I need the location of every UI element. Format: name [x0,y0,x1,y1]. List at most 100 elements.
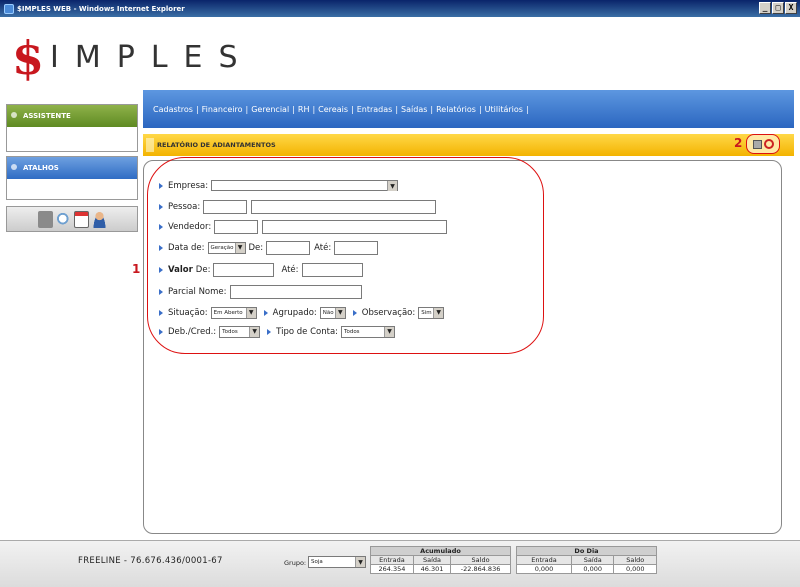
situacao-select[interactable]: Em Aberto ▼ [210,306,257,319]
row-empresa: Empresa: ▼ [159,178,401,193]
col-header: Entrada [516,555,572,565]
row-deb-cred: Deb./Cred.: Todos ▼ Tipo de Conta: Todos ▼ [159,324,398,339]
chevron-down-icon: ▼ [249,326,260,337]
chevron-down-icon: ▼ [433,307,444,318]
bullet-icon [159,288,163,295]
empresa-select[interactable]: ▼ [211,180,399,191]
bullet-icon [159,328,163,335]
agrupado-select[interactable]: Não ▼ [319,306,346,319]
row-pessoa: Pessoa: [159,199,440,214]
menu-cadastros[interactable]: Cadastros [153,105,193,114]
menu-utilitarios[interactable]: Utilitários [485,105,523,114]
deb-cred-select[interactable]: Todos ▼ [219,325,261,338]
assistente-header[interactable]: ASSISTENTE [7,105,137,127]
parcial-nome-label: Parcial Nome: [168,286,227,297]
empresa-label: Empresa: [168,180,209,191]
data-type-select[interactable]: Geração ▼ [207,241,246,254]
bullet-icon [159,309,163,316]
valor-de-label: De: [195,264,211,275]
menu-rh[interactable]: RH [298,105,310,114]
go-icon [763,139,774,149]
tipo-conta-select[interactable]: Todos ▼ [341,325,396,338]
col-header: Saldo [450,555,511,565]
acumulado-saldo: -22.864.836 [450,564,511,574]
bullet-icon [352,309,357,316]
bullet-icon [159,182,163,189]
pessoa-code-input[interactable] [203,199,248,214]
restore-button[interactable]: □ [772,2,784,14]
ie-icon [4,3,14,14]
window-title: $IMPLES WEB - Windows Internet Explorer [17,4,185,13]
valor-from-input[interactable] [213,262,275,277]
shortcut-toolbar [6,206,138,232]
de-label: De: [248,242,264,253]
vendedor-code-input[interactable] [214,219,259,234]
menu-entradas[interactable]: Entradas [357,105,393,114]
chevron-down-icon: ▼ [234,242,245,253]
annotation-2: 2 [734,136,743,150]
search-icon[interactable] [55,210,71,228]
menu-saidas[interactable]: Saídas [401,105,427,114]
minimize-button[interactable]: _ [759,2,771,14]
report-header: RELATÓRIO DE ADIANTAMENTOS [143,134,794,156]
col-header: Saldo [613,555,657,565]
bullet-icon [159,244,163,251]
valor-ate-label: Até: [281,264,299,275]
row-vendedor: Vendedor: [159,219,451,234]
annotation-1: 1 [132,262,141,276]
atalhos-panel: ATALHOS [6,156,138,200]
chevron-down-icon: ▼ [384,326,395,337]
bullet-icon [159,223,163,230]
col-header: Entrada [370,555,414,565]
acumulado-table: Acumulado Entrada Saída Saldo 264.354 46… [370,546,511,574]
acumulado-saida: 46.301 [412,564,452,574]
acumulado-entrada: 264.354 [370,564,414,574]
grupo-select[interactable]: Soja ▼ [308,556,366,568]
do-dia-saldo: 0,000 [613,564,657,574]
date-to-input[interactable] [334,240,379,255]
atalhos-header[interactable]: ATALHOS [7,157,137,179]
do-dia-table: Do Dia Entrada Saída Saldo 0,000 0,000 0… [516,546,657,574]
parcial-nome-input[interactable] [229,284,362,299]
user-icon[interactable] [91,210,107,228]
calculator-icon[interactable] [37,210,53,228]
menu-cereais[interactable]: Cereais [318,105,348,114]
do-dia-saida: 0,000 [570,564,615,574]
close-button[interactable]: X [785,2,797,14]
valor-to-input[interactable] [301,262,363,277]
window-controls: _ □ X [759,2,797,14]
chevron-down-icon: ▼ [245,307,256,318]
logo-dollar: $ [12,30,45,85]
calendar-icon[interactable] [73,210,89,228]
bullet-icon [159,203,163,210]
pessoa-label: Pessoa: [168,201,201,212]
observacao-select[interactable]: Sim ▼ [418,306,445,319]
do-dia-title: Do Dia [516,546,657,556]
printer-icon [752,139,762,149]
chevron-down-icon: ▼ [334,307,345,318]
main-menu: Cadastros | Financeiro | Gerencial | RH | Ce… [143,90,794,128]
col-header: Saída [570,555,615,565]
grupo-label: Grupo: [284,559,307,567]
situacao-label: Situação: [168,307,208,318]
acumulado-title: Acumulado [370,546,511,556]
data-de-label: Data de: [168,242,205,253]
valor-label: Valor [168,264,193,275]
row-situacao: Situação: Em Aberto ▼ Agrupado: Não ▼ Obse… [159,305,447,320]
col-header: Saída [412,555,452,565]
window-titlebar: $IMPLES WEB - Windows Internet Explorer … [0,0,800,17]
print-button[interactable] [746,134,780,154]
date-from-input[interactable] [266,240,311,255]
bullet-icon [159,266,163,273]
pessoa-name-input[interactable] [251,199,437,214]
logo-text: IMPLES [50,40,254,75]
report-filter-panel [143,160,782,534]
company-info: FREELINE - 76.676.436/0001-67 [78,556,223,566]
row-parcial-nome: Parcial Nome: [159,284,366,299]
menu-financeiro[interactable]: Financeiro [202,105,243,114]
observacao-label: Observação: [361,307,416,318]
vendedor-name-input[interactable] [262,219,448,234]
vendedor-label: Vendedor: [168,221,212,232]
menu-gerencial[interactable]: Gerencial [251,105,289,114]
menu-relatorios[interactable]: Relatórios [436,105,476,114]
